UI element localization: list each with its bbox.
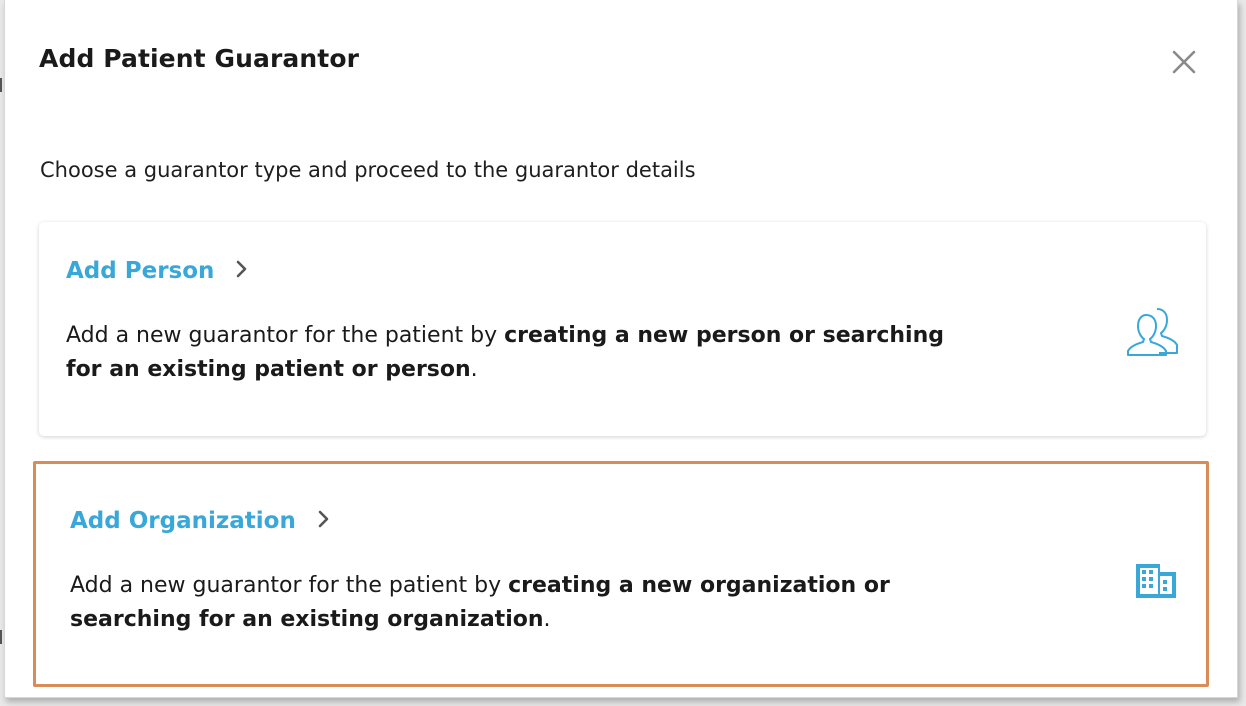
desc-suffix: . xyxy=(543,607,551,632)
desc-text: Add a new guarantor for the patient by xyxy=(66,323,505,348)
chevron-right-icon xyxy=(236,258,248,284)
desc-text: Add a new guarantor for the patient by xyxy=(70,573,509,598)
add-person-link[interactable]: Add Person xyxy=(66,258,248,284)
desc-suffix: . xyxy=(470,357,478,382)
people-icon xyxy=(1127,306,1181,360)
close-icon xyxy=(1172,50,1196,74)
building-icon xyxy=(1134,560,1178,604)
add-organization-description: Add a new guarantor for the patient by c… xyxy=(70,569,970,637)
add-organization-card[interactable]: Add Organization Add a new guarantor for… xyxy=(33,461,1209,687)
add-person-description: Add a new guarantor for the patient by c… xyxy=(66,319,966,387)
add-person-card[interactable]: Add Person Add a new guarantor for the p… xyxy=(39,222,1206,436)
add-person-title: Add Person xyxy=(66,258,215,284)
chevron-right-icon xyxy=(318,508,330,534)
screen: Add Patient Guarantor Choose a guarantor… xyxy=(0,0,1246,706)
dialog-title: Add Patient Guarantor xyxy=(39,44,360,73)
dialog-subtitle: Choose a guarantor type and proceed to t… xyxy=(40,158,696,182)
edge-mark xyxy=(0,78,2,92)
add-guarantor-dialog: Add Patient Guarantor Choose a guarantor… xyxy=(4,0,1238,698)
add-organization-link[interactable]: Add Organization xyxy=(70,508,330,534)
close-button[interactable] xyxy=(1170,48,1198,76)
add-organization-title: Add Organization xyxy=(70,508,296,534)
edge-mark xyxy=(0,630,2,644)
